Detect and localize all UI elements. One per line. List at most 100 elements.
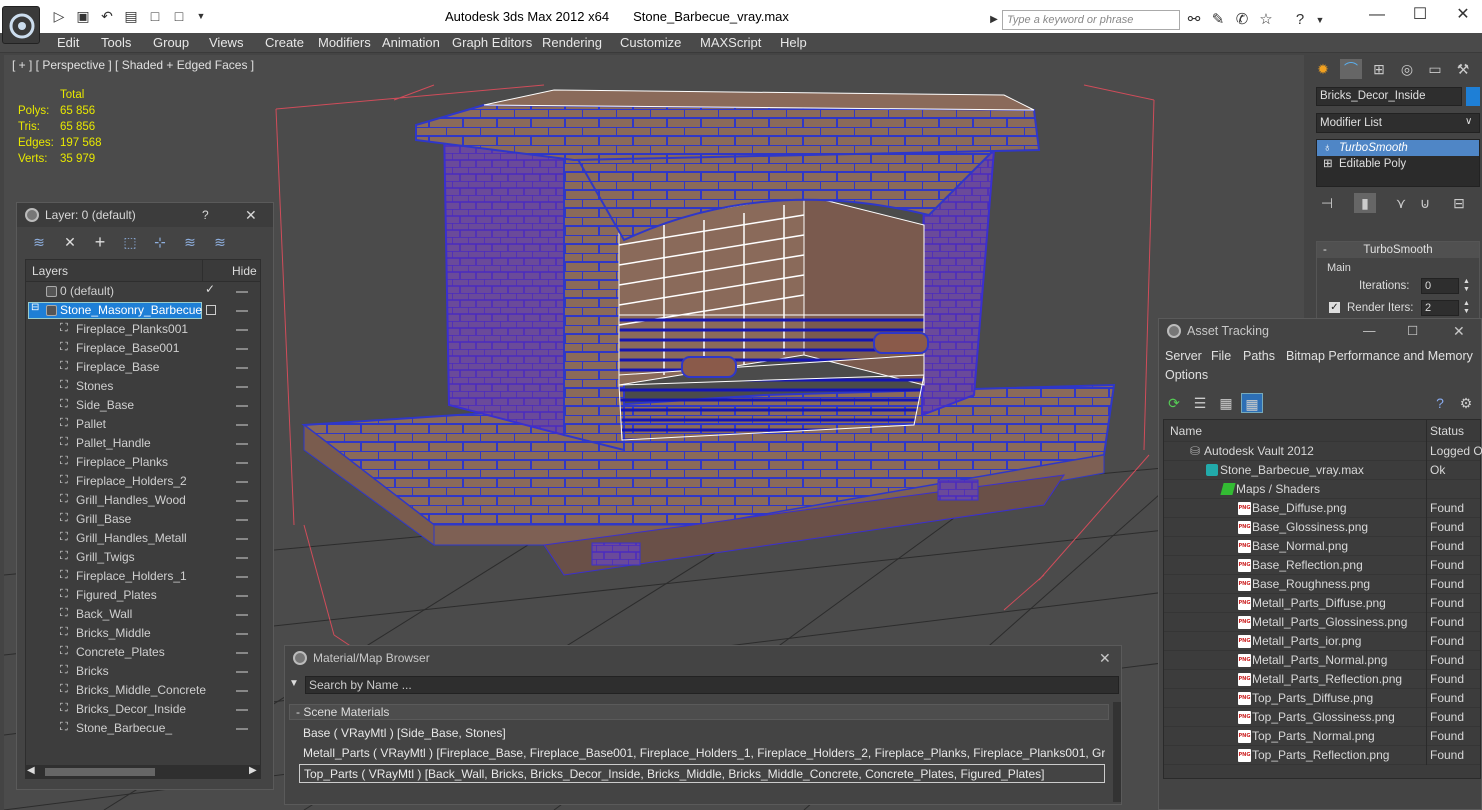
thumbnail-view-icon[interactable]: ▦: [1215, 393, 1237, 413]
quick-access-dropdown-icon[interactable]: ▼: [192, 9, 210, 24]
hide-toggle[interactable]: [236, 291, 248, 293]
configure-sets-icon[interactable]: ⊟: [1448, 193, 1470, 213]
layer-object-row[interactable]: ⛶ Side_Base: [26, 396, 260, 415]
hide-toggle[interactable]: [236, 329, 248, 331]
hide-toggle[interactable]: [236, 481, 248, 483]
hide-toggle[interactable]: [236, 443, 248, 445]
close-icon[interactable]: ✕: [1448, 4, 1478, 28]
hide-toggle[interactable]: [236, 405, 248, 407]
collapse-icon[interactable]: ⊟: [31, 302, 39, 313]
table-row[interactable]: PNG Base_Diffuse.png Found: [1164, 499, 1480, 518]
collapse-icon[interactable]: -: [1323, 242, 1327, 258]
utilities-tab-icon[interactable]: ⚒: [1452, 59, 1474, 79]
lightbulb-icon[interactable]: ♁: [1323, 140, 1332, 156]
create-tab-icon[interactable]: ✹: [1312, 59, 1334, 79]
menu-file[interactable]: File: [1211, 349, 1231, 363]
hide-toggle[interactable]: [236, 386, 248, 388]
column-layers[interactable]: Layers: [32, 264, 68, 278]
layer-object-row[interactable]: ⛶ Fireplace_Base001: [26, 339, 260, 358]
layer-object-row[interactable]: ⛶ Fireplace_Holders_2: [26, 472, 260, 491]
maximize-icon[interactable]: ☐: [1407, 319, 1418, 343]
pin-stack-icon[interactable]: ⊣: [1316, 193, 1338, 213]
project-icon[interactable]: ▤: [122, 9, 140, 24]
subscription-icon[interactable]: ✎: [1208, 10, 1228, 30]
table-row[interactable]: ⛁ Autodesk Vault 2012 Logged O: [1164, 442, 1482, 461]
add-to-layer-icon[interactable]: +: [90, 233, 110, 251]
delete-layer-icon[interactable]: ✕: [60, 233, 80, 251]
table-row[interactable]: PNG Top_Parts_Glossiness.png Found: [1164, 708, 1480, 727]
active-toggle[interactable]: [206, 305, 216, 315]
binoculars-icon[interactable]: ⚯: [1184, 10, 1204, 30]
layer-row-default[interactable]: 0 (default) ✓: [26, 282, 260, 301]
open-icon[interactable]: ▷: [50, 9, 68, 24]
minimize-icon[interactable]: —: [1362, 4, 1392, 28]
display-tab-icon[interactable]: ▭: [1424, 59, 1446, 79]
hide-toggle[interactable]: [236, 671, 248, 673]
show-end-result-icon[interactable]: ▮: [1354, 193, 1376, 213]
layer-object-row[interactable]: ⛶ Grill_Base: [26, 510, 260, 529]
layer-object-row[interactable]: ⛶ Back_Wall: [26, 605, 260, 624]
hide-toggle[interactable]: [236, 348, 248, 350]
minimize-icon[interactable]: —: [1363, 319, 1376, 343]
layer-row-selected[interactable]: ⊟ Stone_Masonry_Barbecue: [26, 301, 260, 320]
layer-object-row[interactable]: ⛶ Grill_Handles_Metall: [26, 529, 260, 548]
layer-object-row[interactable]: ⛶ Grill_Handles_Wood: [26, 491, 260, 510]
menu-graph-editors[interactable]: Graph Editors: [452, 35, 532, 50]
menu-paths[interactable]: Paths: [1243, 349, 1275, 363]
hide-toggle[interactable]: [236, 462, 248, 464]
hide-toggle[interactable]: [236, 709, 248, 711]
create-layer-icon[interactable]: ≋: [29, 233, 49, 251]
browser-options-icon[interactable]: ▼: [289, 678, 299, 689]
material-row[interactable]: Metall_Parts ( VRayMtl ) [Fireplace_Base…: [299, 744, 1105, 763]
table-row[interactable]: PNG Base_Reflection.png Found: [1164, 556, 1480, 575]
active-checkmark-icon[interactable]: ✓: [205, 282, 215, 296]
refresh-icon[interactable]: ⟳: [1163, 393, 1185, 413]
motion-tab-icon[interactable]: ◎: [1396, 59, 1418, 79]
hide-toggle[interactable]: [236, 595, 248, 597]
close-icon[interactable]: ✕: [1099, 646, 1111, 670]
list-view-icon[interactable]: ☰: [1189, 393, 1211, 413]
hide-toggle[interactable]: [236, 538, 248, 540]
scroll-thumb[interactable]: [45, 768, 155, 776]
table-row[interactable]: PNG Metall_Parts_Glossiness.png Found: [1164, 613, 1480, 632]
object-name-field[interactable]: Bricks_Decor_Inside: [1316, 87, 1462, 106]
menu-customize[interactable]: Customize: [620, 35, 681, 50]
menu-options[interactable]: Options: [1165, 368, 1208, 382]
render-iters-spinner[interactable]: 2: [1421, 300, 1459, 316]
favorites-star-icon[interactable]: ☆: [1256, 10, 1276, 30]
table-row[interactable]: Stone_Barbecue_vray.max Ok: [1164, 461, 1480, 480]
table-row[interactable]: PNG Metall_Parts_Normal.png Found: [1164, 651, 1480, 670]
column-status[interactable]: Status: [1430, 424, 1464, 438]
expand-icon[interactable]: ⊞: [1323, 156, 1333, 172]
close-icon[interactable]: ✕: [245, 203, 257, 227]
menu-rendering[interactable]: Rendering: [542, 35, 602, 50]
communication-icon[interactable]: ✆: [1232, 10, 1252, 30]
close-icon[interactable]: ✕: [1453, 319, 1465, 343]
table-row[interactable]: PNG Metall_Parts_ior.png Found: [1164, 632, 1480, 651]
layer-object-row[interactable]: ⛶ Pallet: [26, 415, 260, 434]
help-button[interactable]: ?: [202, 203, 209, 227]
hide-toggle[interactable]: [236, 690, 248, 692]
help-icon[interactable]: ?: [1290, 10, 1310, 30]
table-row[interactable]: PNG Metall_Parts_Reflection.png Found: [1164, 670, 1480, 689]
hide-all-icon[interactable]: ≋: [180, 233, 200, 251]
layer-object-row[interactable]: ⛶ Stone_Barbecue_: [26, 719, 260, 738]
menu-tools[interactable]: Tools: [101, 35, 131, 50]
table-row[interactable]: PNG Base_Roughness.png Found: [1164, 575, 1480, 594]
layer-panel-titlebar[interactable]: Layer: 0 (default) ? ✕: [17, 203, 273, 227]
material-row[interactable]: Top_Parts ( VRayMtl ) [Back_Wall, Bricks…: [299, 764, 1105, 783]
maximize-icon[interactable]: ☐: [1405, 4, 1435, 28]
column-name[interactable]: Name: [1170, 424, 1202, 438]
iterations-spinner[interactable]: 0: [1421, 278, 1459, 294]
rollout-header[interactable]: - TurboSmooth: [1317, 242, 1479, 258]
layer-object-row[interactable]: ⛶ Pallet_Handle: [26, 434, 260, 453]
menu-create[interactable]: Create: [265, 35, 304, 50]
menu-server[interactable]: Server: [1165, 349, 1202, 363]
layer-object-row[interactable]: ⛶ Stones: [26, 377, 260, 396]
reset-icon[interactable]: □: [170, 9, 188, 24]
layer-object-row[interactable]: ⛶ Figured_Plates: [26, 586, 260, 605]
render-iters-checkbox[interactable]: ✓: [1329, 302, 1340, 313]
material-search-input[interactable]: Search by Name ...: [305, 676, 1119, 694]
help-dropdown-icon[interactable]: ▼: [1310, 10, 1330, 30]
hide-toggle[interactable]: [236, 519, 248, 521]
